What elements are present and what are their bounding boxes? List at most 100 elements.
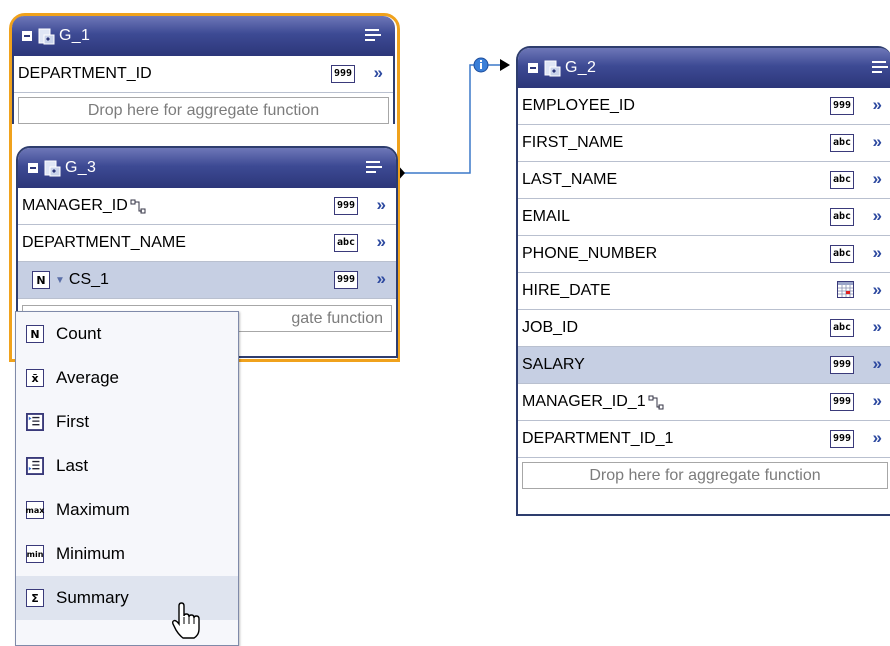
field-name: JOB_ID <box>522 319 579 336</box>
field-name: SALARY <box>522 356 585 373</box>
aggregate-badge[interactable]: N <box>32 271 50 289</box>
numeric-type-icon: 999 <box>333 197 358 215</box>
menu-item-count[interactable]: N Count <box>16 312 238 356</box>
collapse-icon[interactable] <box>28 163 38 173</box>
field-row[interactable]: FIRST_NAME abc » <box>518 125 890 162</box>
field-name: DEPARTMENT_ID <box>18 65 152 82</box>
field-name: FIRST_NAME <box>522 134 624 151</box>
aggregate-function-menu[interactable]: N Count x̄ Average First Last max Maximu… <box>15 311 239 646</box>
field-name: LAST_NAME <box>522 171 618 188</box>
group-g2-header[interactable]: G_2 <box>518 48 890 88</box>
field-row[interactable]: LAST_NAME abc » <box>518 162 890 199</box>
field-row[interactable]: JOB_ID abc » <box>518 310 890 347</box>
field-name: CS_1 <box>68 271 109 288</box>
field-row[interactable]: EMAIL abc » <box>518 199 890 236</box>
group-icon <box>38 28 55 44</box>
last-icon <box>26 457 44 475</box>
group-name: G_1 <box>59 27 91 44</box>
average-icon: x̄ <box>26 369 44 387</box>
group-g2[interactable]: G_2 EMPLOYEE_ID 999 » FIRST_NAME abc » L… <box>516 46 890 516</box>
expand-chevron-icon[interactable]: » <box>873 354 882 374</box>
menu-item-label: First <box>56 412 90 431</box>
menu-item-minimum[interactable]: min Minimum <box>16 532 238 576</box>
field-row[interactable]: MANAGER_ID_1 999 » <box>518 384 890 421</box>
numeric-type-icon: 999 <box>829 393 854 411</box>
field-row[interactable]: PHONE_NUMBER abc » <box>518 236 890 273</box>
field-name: EMAIL <box>522 208 571 225</box>
menu-item-label: Minimum <box>56 544 125 563</box>
expand-chevron-icon[interactable]: » <box>873 243 882 263</box>
field-name: DEPARTMENT_ID_1 <box>522 430 674 447</box>
maximum-icon: max <box>26 501 44 519</box>
expand-chevron-icon[interactable]: » <box>873 280 882 300</box>
numeric-type-icon: 999 <box>829 430 854 448</box>
expand-chevron-icon[interactable]: » <box>873 206 882 226</box>
menu-item-label: Maximum <box>56 500 130 519</box>
expand-chevron-icon[interactable]: » <box>377 232 386 252</box>
field-row[interactable]: DEPARTMENT_NAME abc » <box>18 225 396 262</box>
first-icon <box>26 413 44 431</box>
aggregate-drop-zone[interactable]: Drop here for aggregate function <box>522 462 888 489</box>
numeric-type-icon: 999 <box>333 271 358 289</box>
foreign-key-icon <box>648 395 664 409</box>
date-type-icon <box>837 281 854 298</box>
expand-chevron-icon[interactable]: » <box>377 269 386 289</box>
field-row-selected[interactable]: SALARY 999 » <box>518 347 890 384</box>
expand-chevron-icon[interactable]: » <box>873 132 882 152</box>
numeric-type-icon: 999 <box>829 356 854 374</box>
drop-zone-label: gate function <box>291 309 383 327</box>
expand-chevron-icon[interactable]: » <box>873 169 882 189</box>
summary-icon: Σ <box>26 589 44 607</box>
aggregate-drop-zone[interactable]: Drop here for aggregate function <box>18 97 389 124</box>
collapse-icon[interactable] <box>22 31 32 41</box>
text-type-icon: abc <box>333 234 358 252</box>
text-type-icon: abc <box>829 134 854 152</box>
group-menu-icon[interactable] <box>366 161 384 177</box>
field-row-selected[interactable]: N ▼ CS_1 999 » <box>18 262 396 299</box>
field-row[interactable]: EMPLOYEE_ID 999 » <box>518 88 890 125</box>
field-name: PHONE_NUMBER <box>522 245 658 262</box>
menu-item-average[interactable]: x̄ Average <box>16 356 238 400</box>
field-name: MANAGER_ID <box>22 197 128 214</box>
group-name: G_3 <box>65 159 97 176</box>
menu-item-last[interactable]: Last <box>16 444 238 488</box>
text-type-icon: abc <box>829 319 854 337</box>
expand-chevron-icon[interactable]: » <box>377 195 386 215</box>
expand-chevron-icon[interactable]: » <box>873 95 882 115</box>
field-row[interactable]: HIRE_DATE » <box>518 273 890 310</box>
field-name: HIRE_DATE <box>522 282 611 299</box>
hand-cursor-icon <box>172 602 200 639</box>
group-g3-header[interactable]: G_3 <box>18 148 396 188</box>
field-row[interactable]: DEPARTMENT_ID_1 999 » <box>518 421 890 458</box>
menu-item-first[interactable]: First <box>16 400 238 444</box>
field-row[interactable]: MANAGER_ID 999 » <box>18 188 396 225</box>
group-icon <box>544 60 561 76</box>
field-name: EMPLOYEE_ID <box>522 97 635 114</box>
field-name: DEPARTMENT_NAME <box>22 234 186 251</box>
menu-item-label: Average <box>56 368 120 387</box>
expand-chevron-icon[interactable]: » <box>873 391 882 411</box>
dropdown-arrow-icon[interactable]: ▼ <box>55 275 65 286</box>
menu-item-label: Last <box>56 456 89 475</box>
group-menu-icon[interactable] <box>872 61 890 77</box>
foreign-key-icon <box>130 199 146 213</box>
field-name: MANAGER_ID_1 <box>522 393 646 410</box>
numeric-type-icon: 999 <box>330 65 355 83</box>
count-icon: N <box>26 325 44 343</box>
text-type-icon: abc <box>829 171 854 189</box>
group-icon <box>44 160 61 176</box>
group-menu-icon[interactable] <box>365 29 383 45</box>
menu-item-label: Summary <box>56 588 129 607</box>
field-row[interactable]: DEPARTMENT_ID 999 » <box>14 56 393 93</box>
collapse-icon[interactable] <box>528 63 538 73</box>
expand-chevron-icon[interactable]: » <box>374 63 383 83</box>
numeric-type-icon: 999 <box>829 97 854 115</box>
menu-item-maximum[interactable]: max Maximum <box>16 488 238 532</box>
minimum-icon: min <box>26 545 44 563</box>
expand-chevron-icon[interactable]: » <box>873 317 882 337</box>
menu-item-summary[interactable]: Σ Summary <box>16 576 238 620</box>
group-g1-header[interactable]: G_1 <box>12 16 395 56</box>
text-type-icon: abc <box>829 245 854 263</box>
expand-chevron-icon[interactable]: » <box>873 428 882 448</box>
text-type-icon: abc <box>829 208 854 226</box>
